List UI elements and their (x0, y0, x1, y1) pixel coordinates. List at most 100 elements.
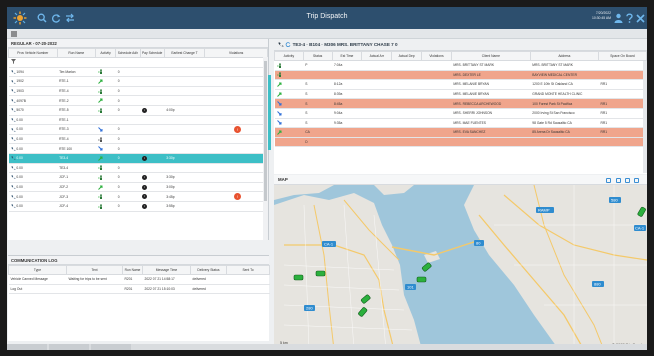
table-row[interactable]: 0.00 JCF-4 0 i 3:55p (8, 201, 268, 212)
column-header[interactable]: Message Time (142, 265, 191, 275)
column-header[interactable]: Space On Board (597, 51, 647, 61)
column-header[interactable]: Prov Vehicle Number (8, 48, 58, 58)
column-header[interactable]: Schedule Adh (115, 48, 141, 58)
table-row[interactable]: 0.00 RTE-3 0! (8, 124, 268, 135)
filter-cell[interactable] (140, 57, 165, 68)
table-row[interactable]: S 9:35a MRS. MAE FUENTES 98 Gate 5 Rd Sausa… (274, 118, 647, 129)
vehicle-marker[interactable] (293, 274, 304, 281)
phone-icon[interactable] (10, 108, 16, 112)
phone-icon[interactable] (10, 185, 16, 189)
column-header[interactable]: Est Time (331, 51, 363, 61)
map-canvas[interactable]: CA-1 280 101 80 580 880 RAMP CA-1 5 km (274, 184, 647, 350)
table-row[interactable]: 0.00 TE3-4 0 i 3:30p (8, 153, 268, 164)
filter-cell[interactable] (57, 57, 96, 68)
column-header[interactable]: Activity (274, 51, 304, 61)
phone-icon[interactable] (10, 156, 16, 160)
column-header[interactable]: Status (302, 51, 333, 61)
map-zoom-in-icon[interactable] (615, 178, 621, 183)
column-header[interactable]: Delivery Status (190, 265, 227, 275)
table-row[interactable]: Vehicle Canned Message Waiting for trips… (8, 274, 270, 285)
table-row[interactable]: 1902 RTE-1 0 (8, 76, 268, 87)
table-row[interactable]: 0.00 RTE-4 0 (8, 134, 268, 145)
column-header[interactable]: Actual Arr (361, 51, 393, 61)
vehicle-marker[interactable] (416, 276, 427, 283)
table-row[interactable]: S 8:12a MRS. MELANIE BRYAN 1200 E 10th St O… (274, 79, 647, 90)
violation-icon[interactable]: ! (233, 125, 241, 133)
trip-scrollbar[interactable] (643, 61, 647, 173)
info-icon[interactable]: i (142, 174, 148, 180)
phone-icon[interactable] (10, 70, 16, 74)
phone-icon[interactable] (10, 118, 16, 122)
column-header[interactable]: Run Name (56, 48, 97, 58)
menu-icon[interactable] (11, 31, 17, 37)
bottom-tab[interactable] (91, 344, 131, 350)
bottom-tab[interactable] (49, 344, 89, 350)
column-header[interactable]: Run Name (122, 265, 143, 275)
table-row[interactable]: 0.00 JCF-1 0 i 3:30p (8, 172, 268, 183)
phone-icon[interactable] (10, 127, 16, 132)
table-row[interactable]: 1094 Tim Marlon 0 (8, 67, 268, 78)
column-header[interactable]: Address (529, 51, 599, 61)
phone-icon[interactable] (10, 89, 16, 93)
panel-splitter[interactable] (268, 75, 271, 150)
table-row[interactable]: S 8:45a MRS. REBECCA ARCHEWOOD 100 Forest P… (274, 98, 647, 109)
filter-cell[interactable] (95, 57, 116, 68)
column-header[interactable]: Earliest Change T (163, 48, 206, 58)
info-icon[interactable]: i (142, 107, 148, 113)
table-row[interactable]: CA MRS. EVA SANCHEZ 85 Arena Dr Sausalito … (274, 127, 647, 138)
table-row[interactable]: 0.00 TE3-4 0 (8, 163, 268, 174)
filter-cell[interactable] (204, 57, 268, 68)
table-row[interactable]: 1903 RTE-4 0 (8, 86, 268, 97)
table-row[interactable]: 0.00 JCF-2 0 i 3:00p (8, 182, 268, 193)
table-row[interactable]: 0.00 RTE-1 (8, 115, 268, 126)
table-row[interactable]: Log Out R201 2022 07 21 15:10:03 deliver… (8, 284, 270, 295)
phone-icon[interactable] (10, 175, 16, 180)
table-row[interactable]: 0.00 JCF-3 0 i 3:45p! (8, 191, 268, 202)
info-icon[interactable]: i (142, 194, 148, 200)
help-icon[interactable] (625, 13, 634, 23)
filter-icon[interactable] (10, 59, 16, 65)
scrollbar-thumb[interactable] (264, 61, 267, 201)
column-header[interactable]: Sent To (226, 265, 270, 275)
phone-icon[interactable] (10, 166, 16, 170)
table-row[interactable]: 4097B RTE-2 0 (8, 95, 268, 106)
phone-icon[interactable] (10, 137, 16, 141)
column-header[interactable]: Actual Dep (391, 51, 423, 61)
map-pin-icon[interactable] (634, 178, 639, 183)
bottom-tab[interactable] (7, 344, 47, 350)
phone-icon[interactable] (278, 42, 284, 47)
filter-cell[interactable] (164, 57, 205, 68)
info-icon[interactable]: i (142, 155, 148, 161)
table-row[interactable]: D (274, 137, 647, 148)
violation-icon[interactable]: ! (233, 193, 241, 201)
filter-cell[interactable] (115, 57, 141, 68)
table-row[interactable]: MRS. DEXTER LE BAYVIEW MEDICAL CENTER (274, 70, 647, 81)
column-header[interactable]: Text (66, 265, 123, 275)
column-header[interactable]: Violations (421, 51, 452, 61)
info-icon[interactable]: i (142, 184, 148, 190)
column-header[interactable]: Violations (204, 48, 268, 58)
refresh-icon[interactable] (285, 42, 291, 48)
vehicle-marker[interactable] (315, 270, 326, 277)
user-icon[interactable] (614, 13, 623, 23)
phone-icon[interactable] (10, 79, 16, 84)
phone-icon[interactable] (10, 204, 16, 208)
filter-cell[interactable] (8, 57, 58, 68)
table-row[interactable]: S 8:39a MRS. MELANIE BRYAN GRAND MONTE HEAL… (274, 89, 647, 100)
map-graphic[interactable]: CA-1 280 101 80 580 880 RAMP CA-1 (274, 184, 647, 350)
column-header[interactable]: Client Name (450, 51, 531, 61)
info-icon[interactable]: i (142, 203, 148, 209)
table-row[interactable]: 5070 RTE-5 0 i 4:00p (8, 105, 268, 116)
table-row[interactable]: 0.00 RTE 100 0 (8, 143, 268, 154)
map-zoom-out-icon[interactable] (624, 178, 630, 183)
column-header[interactable]: Pay Schedule (139, 48, 165, 58)
column-header[interactable]: Activity (94, 48, 117, 58)
column-header[interactable]: Type (8, 265, 67, 275)
phone-icon[interactable] (10, 147, 16, 151)
map-layers-icon[interactable] (606, 178, 612, 183)
phone-icon[interactable] (10, 99, 16, 103)
table-row[interactable]: P 7:04a MRS. BRITTANY ST MARK MRS. BRITTANY… (274, 60, 647, 71)
close-icon[interactable] (636, 13, 645, 23)
table-row[interactable]: S 9:04a MRS. SHERRI JOHNSON 2000 Irving St … (274, 108, 647, 119)
phone-icon[interactable] (10, 195, 16, 199)
